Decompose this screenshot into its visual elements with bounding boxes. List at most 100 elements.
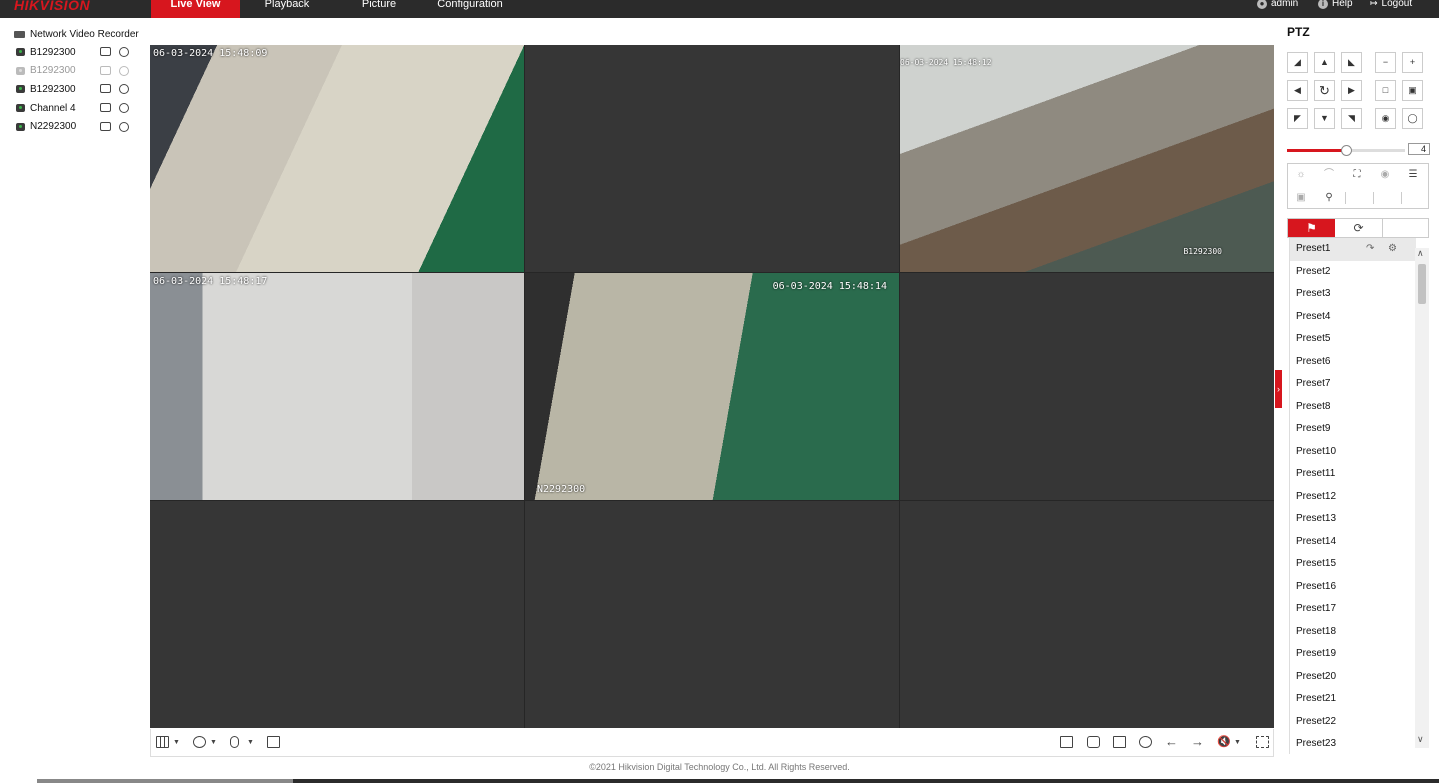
lens-init-icon[interactable]: ▣ (1291, 189, 1311, 207)
microphone-icon[interactable] (230, 736, 239, 748)
zoom-out-icon[interactable]: − (1375, 52, 1396, 73)
pan-up-button[interactable]: ▲ (1314, 52, 1335, 73)
preset-item[interactable]: Preset20 (1290, 666, 1416, 689)
capture-icon[interactable] (1087, 736, 1100, 748)
preset-item[interactable]: Preset12 (1290, 486, 1416, 509)
tab-preset[interactable]: ⚑ (1288, 219, 1335, 237)
next-page-icon[interactable]: → (1191, 735, 1204, 748)
video-window[interactable]: 06-03-2024 15:48:17 (150, 273, 524, 500)
record-channel-icon[interactable] (100, 47, 111, 57)
auto-scan-button[interactable]: ↻ (1314, 80, 1335, 101)
preset-item[interactable]: Preset6 (1290, 351, 1416, 374)
preset-scrollbar[interactable]: ∧ ∨ (1415, 248, 1429, 748)
microphone-caret[interactable]: ▼ (247, 739, 254, 746)
stream-type-caret[interactable]: ▼ (210, 739, 217, 746)
preset-item[interactable]: Preset1 ↷ ⚙ (1290, 238, 1416, 261)
scroll-up-icon[interactable]: ∧ (1417, 248, 1424, 259)
preset-item[interactable]: Preset23 (1290, 733, 1416, 754)
menu-icon[interactable]: ☰ (1403, 166, 1423, 184)
one-touch-focus-icon[interactable]: ◉ (1375, 166, 1395, 184)
channel-item[interactable]: B1292300 (8, 62, 143, 81)
call-preset-icon[interactable]: ↷ (1366, 238, 1374, 261)
wiper-icon[interactable]: ⌒ (1319, 166, 1339, 184)
window-division-icon[interactable] (156, 736, 169, 748)
iris-open-icon[interactable]: ◯ (1402, 108, 1423, 129)
user-menu[interactable]: ● admin (1257, 0, 1298, 9)
video-wall-icon[interactable] (267, 736, 280, 748)
pan-down-button[interactable]: ▼ (1314, 108, 1335, 129)
iris-close-icon[interactable]: ◉ (1375, 108, 1396, 129)
light-icon[interactable]: ☼ (1291, 166, 1311, 184)
record-channel-icon[interactable] (100, 103, 111, 113)
preset-item[interactable]: Preset9 (1290, 418, 1416, 441)
tab-picture[interactable]: Picture (340, 0, 418, 18)
set-preset-icon[interactable]: ⚙ (1388, 238, 1397, 261)
channel-item[interactable]: N2292300 (8, 117, 143, 136)
pan-down-right-button[interactable]: ◥ (1341, 108, 1362, 129)
preset-item[interactable]: Preset3 (1290, 283, 1416, 306)
tab-configuration[interactable]: Configuration (428, 0, 512, 18)
channel-item[interactable]: B1292300 (8, 80, 143, 99)
panel-collapse-toggle[interactable]: › (1275, 370, 1282, 408)
preset-item[interactable]: Preset16 (1290, 576, 1416, 599)
preset-item[interactable]: Preset2 (1290, 261, 1416, 284)
previous-page-icon[interactable]: ← (1165, 735, 1178, 748)
channel-item[interactable]: Channel 4 (8, 99, 143, 118)
audio-mute-icon[interactable]: 🔇 (1217, 736, 1231, 748)
video-window[interactable]: 06-03-2024 15:48:12 B1292300 (900, 45, 1274, 272)
tab-playback[interactable]: Playback (248, 0, 326, 18)
preset-scroll-thumb[interactable] (1418, 264, 1426, 304)
preset-item[interactable]: Preset21 (1290, 688, 1416, 711)
logout-link[interactable]: ↦ Logout (1370, 0, 1412, 9)
record-icon[interactable] (1113, 736, 1126, 748)
preset-item[interactable]: Preset14 (1290, 531, 1416, 554)
stream-channel-icon[interactable] (119, 103, 129, 114)
tab-pattern[interactable] (1382, 219, 1429, 237)
video-window[interactable] (525, 501, 899, 728)
pan-up-right-button[interactable]: ◣ (1341, 52, 1362, 73)
video-window[interactable] (150, 501, 524, 728)
preset-item[interactable]: Preset18 (1290, 621, 1416, 644)
stream-channel-icon[interactable] (119, 65, 129, 76)
preset-item[interactable]: Preset15 (1290, 553, 1416, 576)
manual-tracking-icon[interactable]: ⛶ (1347, 166, 1367, 184)
preset-item[interactable]: Preset4 (1290, 306, 1416, 329)
video-window[interactable] (900, 501, 1274, 728)
pan-right-button[interactable]: ▶ (1341, 80, 1362, 101)
ptz-speed-slider[interactable]: 4 (1287, 143, 1432, 157)
preset-item[interactable]: Preset11 (1290, 463, 1416, 486)
page-scrollbar-thumb[interactable] (37, 779, 293, 783)
speed-value[interactable]: 4 (1408, 143, 1430, 155)
3d-zoom-icon[interactable]: ⚲ (1319, 189, 1339, 207)
pan-down-left-button[interactable]: ◤ (1287, 108, 1308, 129)
preset-item[interactable]: Preset17 (1290, 598, 1416, 621)
scroll-down-icon[interactable]: ∨ (1417, 734, 1424, 745)
zoom-in-icon[interactable]: + (1402, 52, 1423, 73)
help-link[interactable]: i Help (1318, 0, 1353, 9)
pan-left-button[interactable]: ◀ (1287, 80, 1308, 101)
preset-item[interactable]: Preset5 (1290, 328, 1416, 351)
nvr-root-node[interactable]: Network Video Recorder (8, 26, 143, 43)
pan-up-left-button[interactable]: ◢ (1287, 52, 1308, 73)
digital-zoom-icon[interactable] (1139, 736, 1152, 748)
preset-item[interactable]: Preset10 (1290, 441, 1416, 464)
video-window[interactable] (525, 45, 899, 272)
speed-track[interactable] (1287, 145, 1405, 156)
speed-knob[interactable] (1341, 145, 1352, 156)
focus-far-icon[interactable]: ▣ (1402, 80, 1423, 101)
tab-live-view[interactable]: Live View (151, 0, 240, 18)
stop-all-icon[interactable] (1060, 736, 1073, 748)
stream-channel-icon[interactable] (119, 84, 129, 95)
preset-item[interactable]: Preset7 (1290, 373, 1416, 396)
video-window[interactable]: 06-03-2024 15:48:09 (150, 45, 524, 272)
video-window[interactable] (900, 273, 1274, 500)
record-channel-icon[interactable] (100, 65, 111, 75)
preset-item[interactable]: Preset13 (1290, 508, 1416, 531)
video-window[interactable]: 06-03-2024 15:48:14 N2292300 (525, 273, 899, 500)
fullscreen-icon[interactable] (1256, 736, 1269, 748)
record-channel-icon[interactable] (100, 84, 111, 94)
window-division-caret[interactable]: ▼ (173, 739, 180, 746)
stream-type-icon[interactable] (193, 736, 206, 748)
channel-item[interactable]: B1292300 (8, 43, 143, 62)
preset-item[interactable]: Preset22 (1290, 711, 1416, 734)
